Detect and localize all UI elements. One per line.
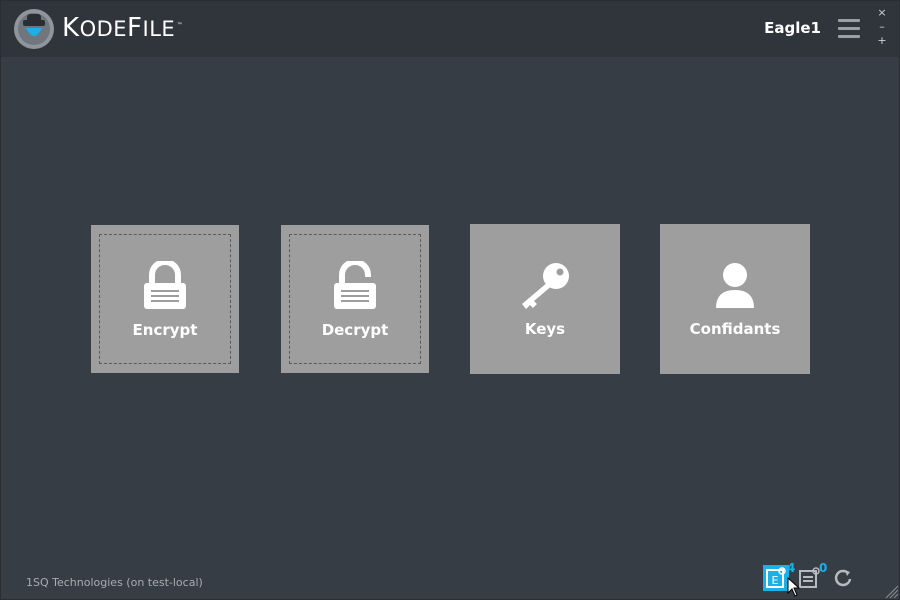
key-icon — [522, 263, 569, 309]
app-window: KODEFILE ™ Eagle1 × – + Encrypt Decrypt … — [0, 0, 900, 600]
messages-icon[interactable] — [799, 567, 821, 589]
refresh-icon[interactable] — [833, 568, 853, 588]
svg-text:E: E — [772, 574, 779, 587]
messages-count-badge: 0 — [819, 561, 828, 575]
resize-grip-icon[interactable] — [881, 581, 899, 599]
person-icon — [716, 263, 754, 308]
action-tiles: Encrypt Decrypt Keys Confidants — [1, 1, 899, 599]
tile-label: Encrypt — [132, 321, 198, 339]
encrypt-tile[interactable]: Encrypt — [91, 225, 239, 373]
tile-label: Confidants — [689, 320, 781, 338]
tile-label: Decrypt — [321, 321, 389, 339]
cursor-pointer-icon — [787, 577, 801, 597]
confidants-tile[interactable]: Confidants — [660, 224, 810, 374]
unlock-icon — [334, 261, 376, 309]
keys-tile[interactable]: Keys — [470, 224, 620, 374]
encrypted-count-badge: 4 — [787, 561, 796, 575]
decrypt-tile[interactable]: Decrypt — [281, 225, 429, 373]
tile-label: Keys — [524, 320, 566, 338]
encrypted-files-icon[interactable]: E — [763, 565, 789, 591]
lock-icon — [144, 261, 186, 309]
status-text: 1SQ Technologies (on test-local) — [26, 576, 203, 589]
